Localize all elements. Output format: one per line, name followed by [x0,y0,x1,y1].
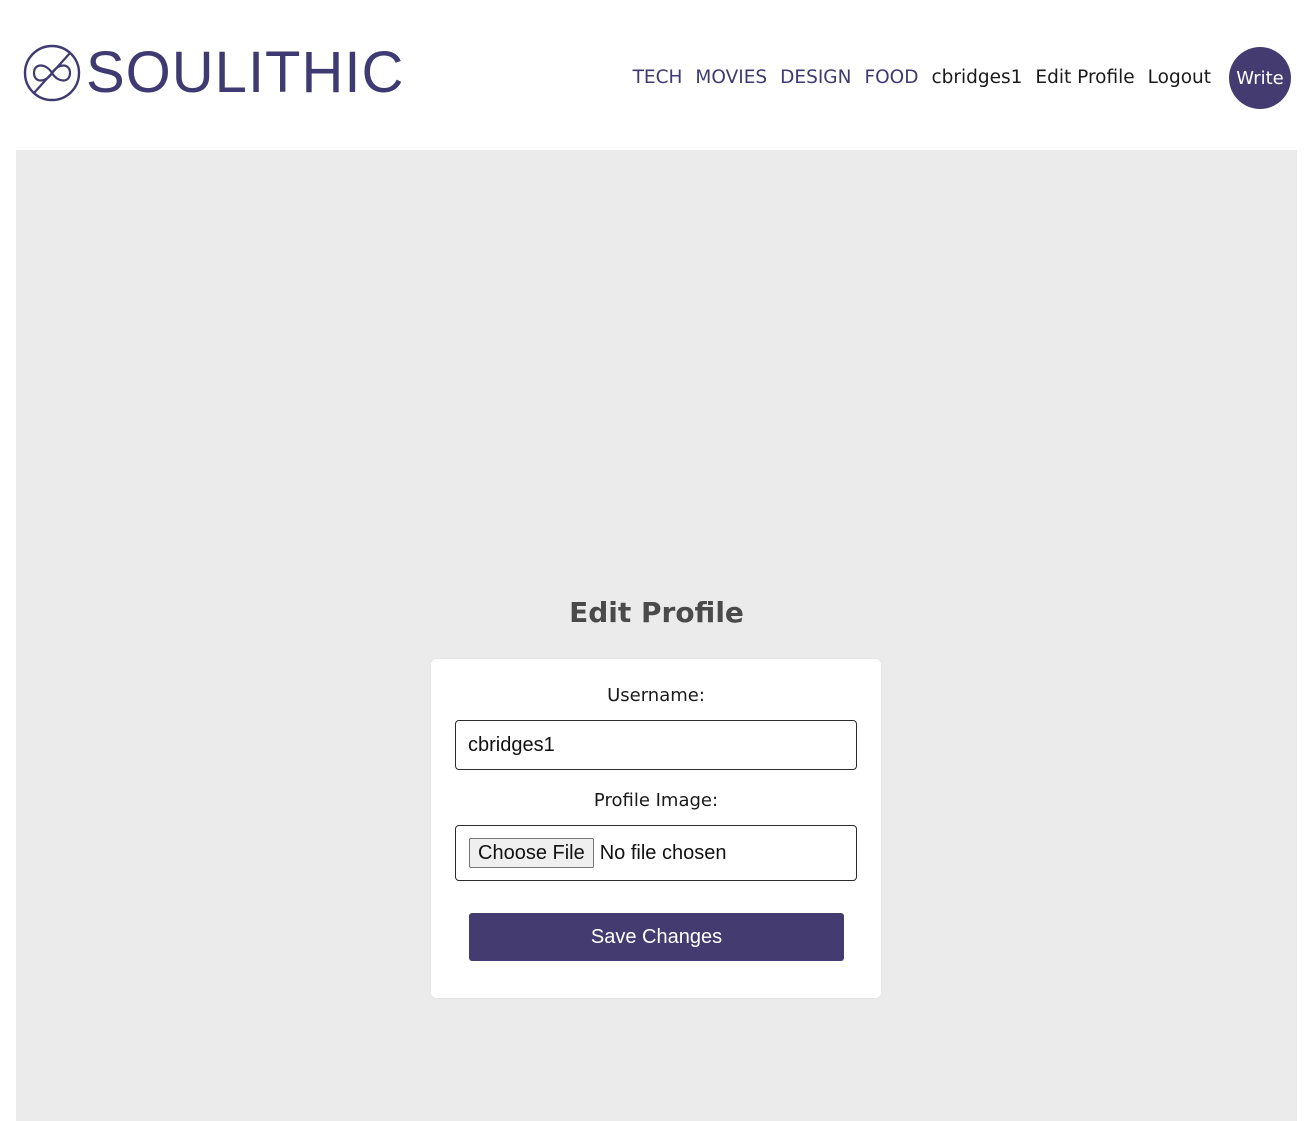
nav-edit-profile-link[interactable]: Edit Profile [1035,67,1134,88]
save-changes-button[interactable]: Save Changes [469,913,844,961]
main-content: Edit Profile Username: Profile Image: Ch… [16,150,1297,1121]
profile-image-file-input[interactable]: Choose File No file chosen [455,825,857,881]
brand-logo-link[interactable]: SOULITHIC [22,42,404,104]
choose-file-button[interactable]: Choose File [469,838,594,868]
nav-logout-link[interactable]: Logout [1148,67,1211,88]
username-input[interactable] [455,720,857,770]
nav-item-tech[interactable]: TECH [633,67,683,88]
edit-profile-form: Username: Profile Image: Choose File No … [431,659,881,998]
nav-item-design[interactable]: DESIGN [780,67,851,88]
nav-username-link[interactable]: cbridges1 [931,67,1022,88]
profile-image-label: Profile Image: [593,790,719,811]
file-status-text: No file chosen [599,841,727,864]
nav-item-food[interactable]: FOOD [864,67,918,88]
nav-links: TECH MOVIES DESIGN FOOD cbridges1 Edit P… [633,62,1211,92]
brand-name: SOULITHIC [86,40,405,105]
username-label: Username: [607,685,705,706]
navbar: SOULITHIC TECH MOVIES DESIGN FOOD cbridg… [0,0,1313,150]
write-button[interactable]: Write [1229,47,1291,109]
nav-item-movies[interactable]: MOVIES [695,67,767,88]
page-title: Edit Profile [569,596,744,629]
infinity-circle-icon [23,44,81,102]
